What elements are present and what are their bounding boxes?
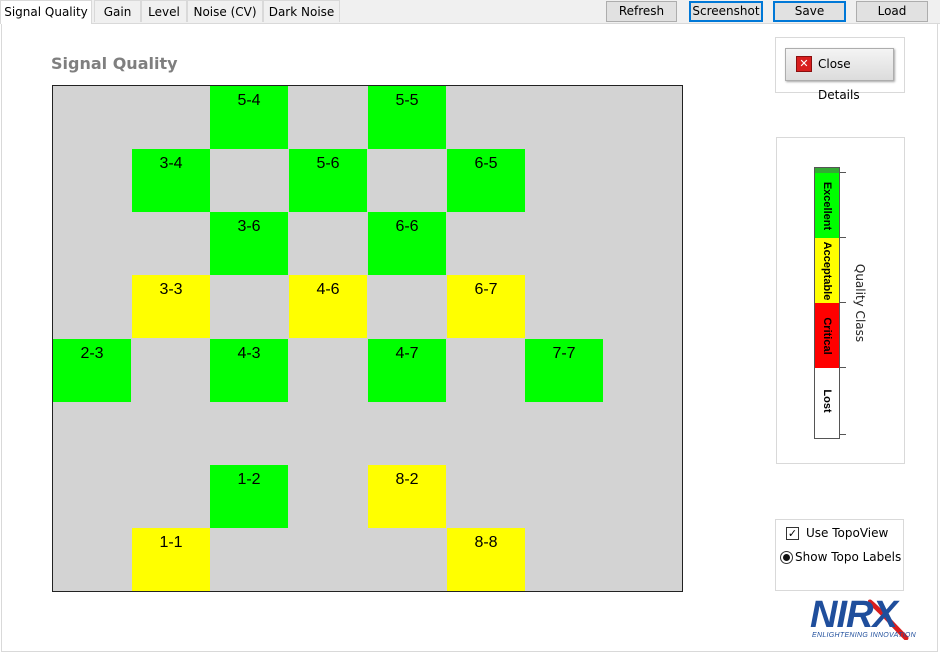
colorbar-tick bbox=[840, 302, 846, 303]
channel-cell[interactable]: 5-6 bbox=[289, 149, 367, 212]
legend-acceptable: Acceptable bbox=[815, 238, 839, 303]
load-button[interactable]: Load bbox=[856, 1, 928, 22]
channel-cell[interactable]: 6-7 bbox=[447, 275, 525, 338]
plot-title: Signal Quality bbox=[51, 54, 178, 73]
channel-cell[interactable]: 4-7 bbox=[368, 339, 446, 402]
show-topo-labels-label[interactable]: Show Topo Labels bbox=[795, 550, 901, 564]
save-button[interactable]: Save bbox=[773, 1, 846, 22]
colorbar-tick bbox=[840, 172, 846, 173]
colorbar-tick bbox=[840, 237, 846, 238]
tab-level[interactable]: Level bbox=[141, 0, 187, 22]
channel-cell[interactable]: 4-3 bbox=[210, 339, 288, 402]
logo-tagline: ENLIGHTENING INNOVATION bbox=[812, 632, 917, 639]
quality-colorbar: Excellent Acceptable Critical Lost bbox=[814, 167, 840, 439]
channel-cell[interactable]: 8-2 bbox=[368, 465, 446, 528]
legend-lost: Lost bbox=[815, 368, 839, 433]
screenshot-button[interactable]: Screenshot bbox=[689, 1, 763, 22]
channel-cell[interactable]: 8-8 bbox=[447, 528, 525, 591]
channel-cell[interactable]: 3-3 bbox=[132, 275, 210, 338]
tab-gain[interactable]: Gain bbox=[94, 0, 141, 22]
tab-dark-noise[interactable]: Dark Noise bbox=[263, 0, 340, 22]
close-details-button[interactable]: ✕ Close Details bbox=[785, 48, 894, 102]
legend-critical: Critical bbox=[815, 303, 839, 368]
close-icon: ✕ bbox=[796, 56, 812, 72]
channel-cell[interactable]: 1-2 bbox=[210, 465, 288, 528]
colorbar-tick bbox=[840, 434, 846, 435]
topo-grid: 5-4 5-5 3-4 5-6 6-5 3-6 6-6 3-3 4-6 6-7 … bbox=[52, 85, 683, 592]
tab-noise-cv[interactable]: Noise (CV) bbox=[187, 0, 263, 22]
logo-text: NIRX bbox=[810, 594, 898, 636]
tab-bar: Signal Quality Gain Level Noise (CV) Dar… bbox=[0, 0, 940, 24]
channel-cell[interactable]: 2-3 bbox=[53, 339, 131, 402]
show-topo-labels-radio[interactable] bbox=[780, 551, 793, 564]
legend-panel bbox=[776, 137, 905, 464]
channel-cell[interactable]: 5-4 bbox=[210, 86, 288, 149]
channel-cell[interactable]: 3-6 bbox=[210, 212, 288, 275]
channel-cell[interactable]: 5-5 bbox=[368, 86, 446, 149]
colorbar-tick bbox=[840, 367, 846, 368]
use-topoview-checkbox[interactable]: ✓ bbox=[786, 527, 799, 540]
channel-cell[interactable]: 4-6 bbox=[289, 275, 367, 338]
legend-excellent: Excellent bbox=[815, 173, 839, 238]
channel-cell[interactable]: 6-6 bbox=[368, 212, 446, 275]
close-details-label: Close Details bbox=[818, 57, 860, 102]
channel-cell[interactable]: 6-5 bbox=[447, 149, 525, 212]
use-topoview-label[interactable]: Use TopoView bbox=[806, 526, 888, 540]
tab-signal-quality[interactable]: Signal Quality bbox=[0, 0, 92, 24]
refresh-button[interactable]: Refresh bbox=[606, 1, 677, 22]
channel-cell[interactable]: 7-7 bbox=[525, 339, 603, 402]
channel-cell[interactable]: 1-1 bbox=[132, 528, 210, 591]
legend-axis-label: Quality Class bbox=[853, 263, 867, 343]
channel-cell[interactable]: 3-4 bbox=[132, 149, 210, 212]
